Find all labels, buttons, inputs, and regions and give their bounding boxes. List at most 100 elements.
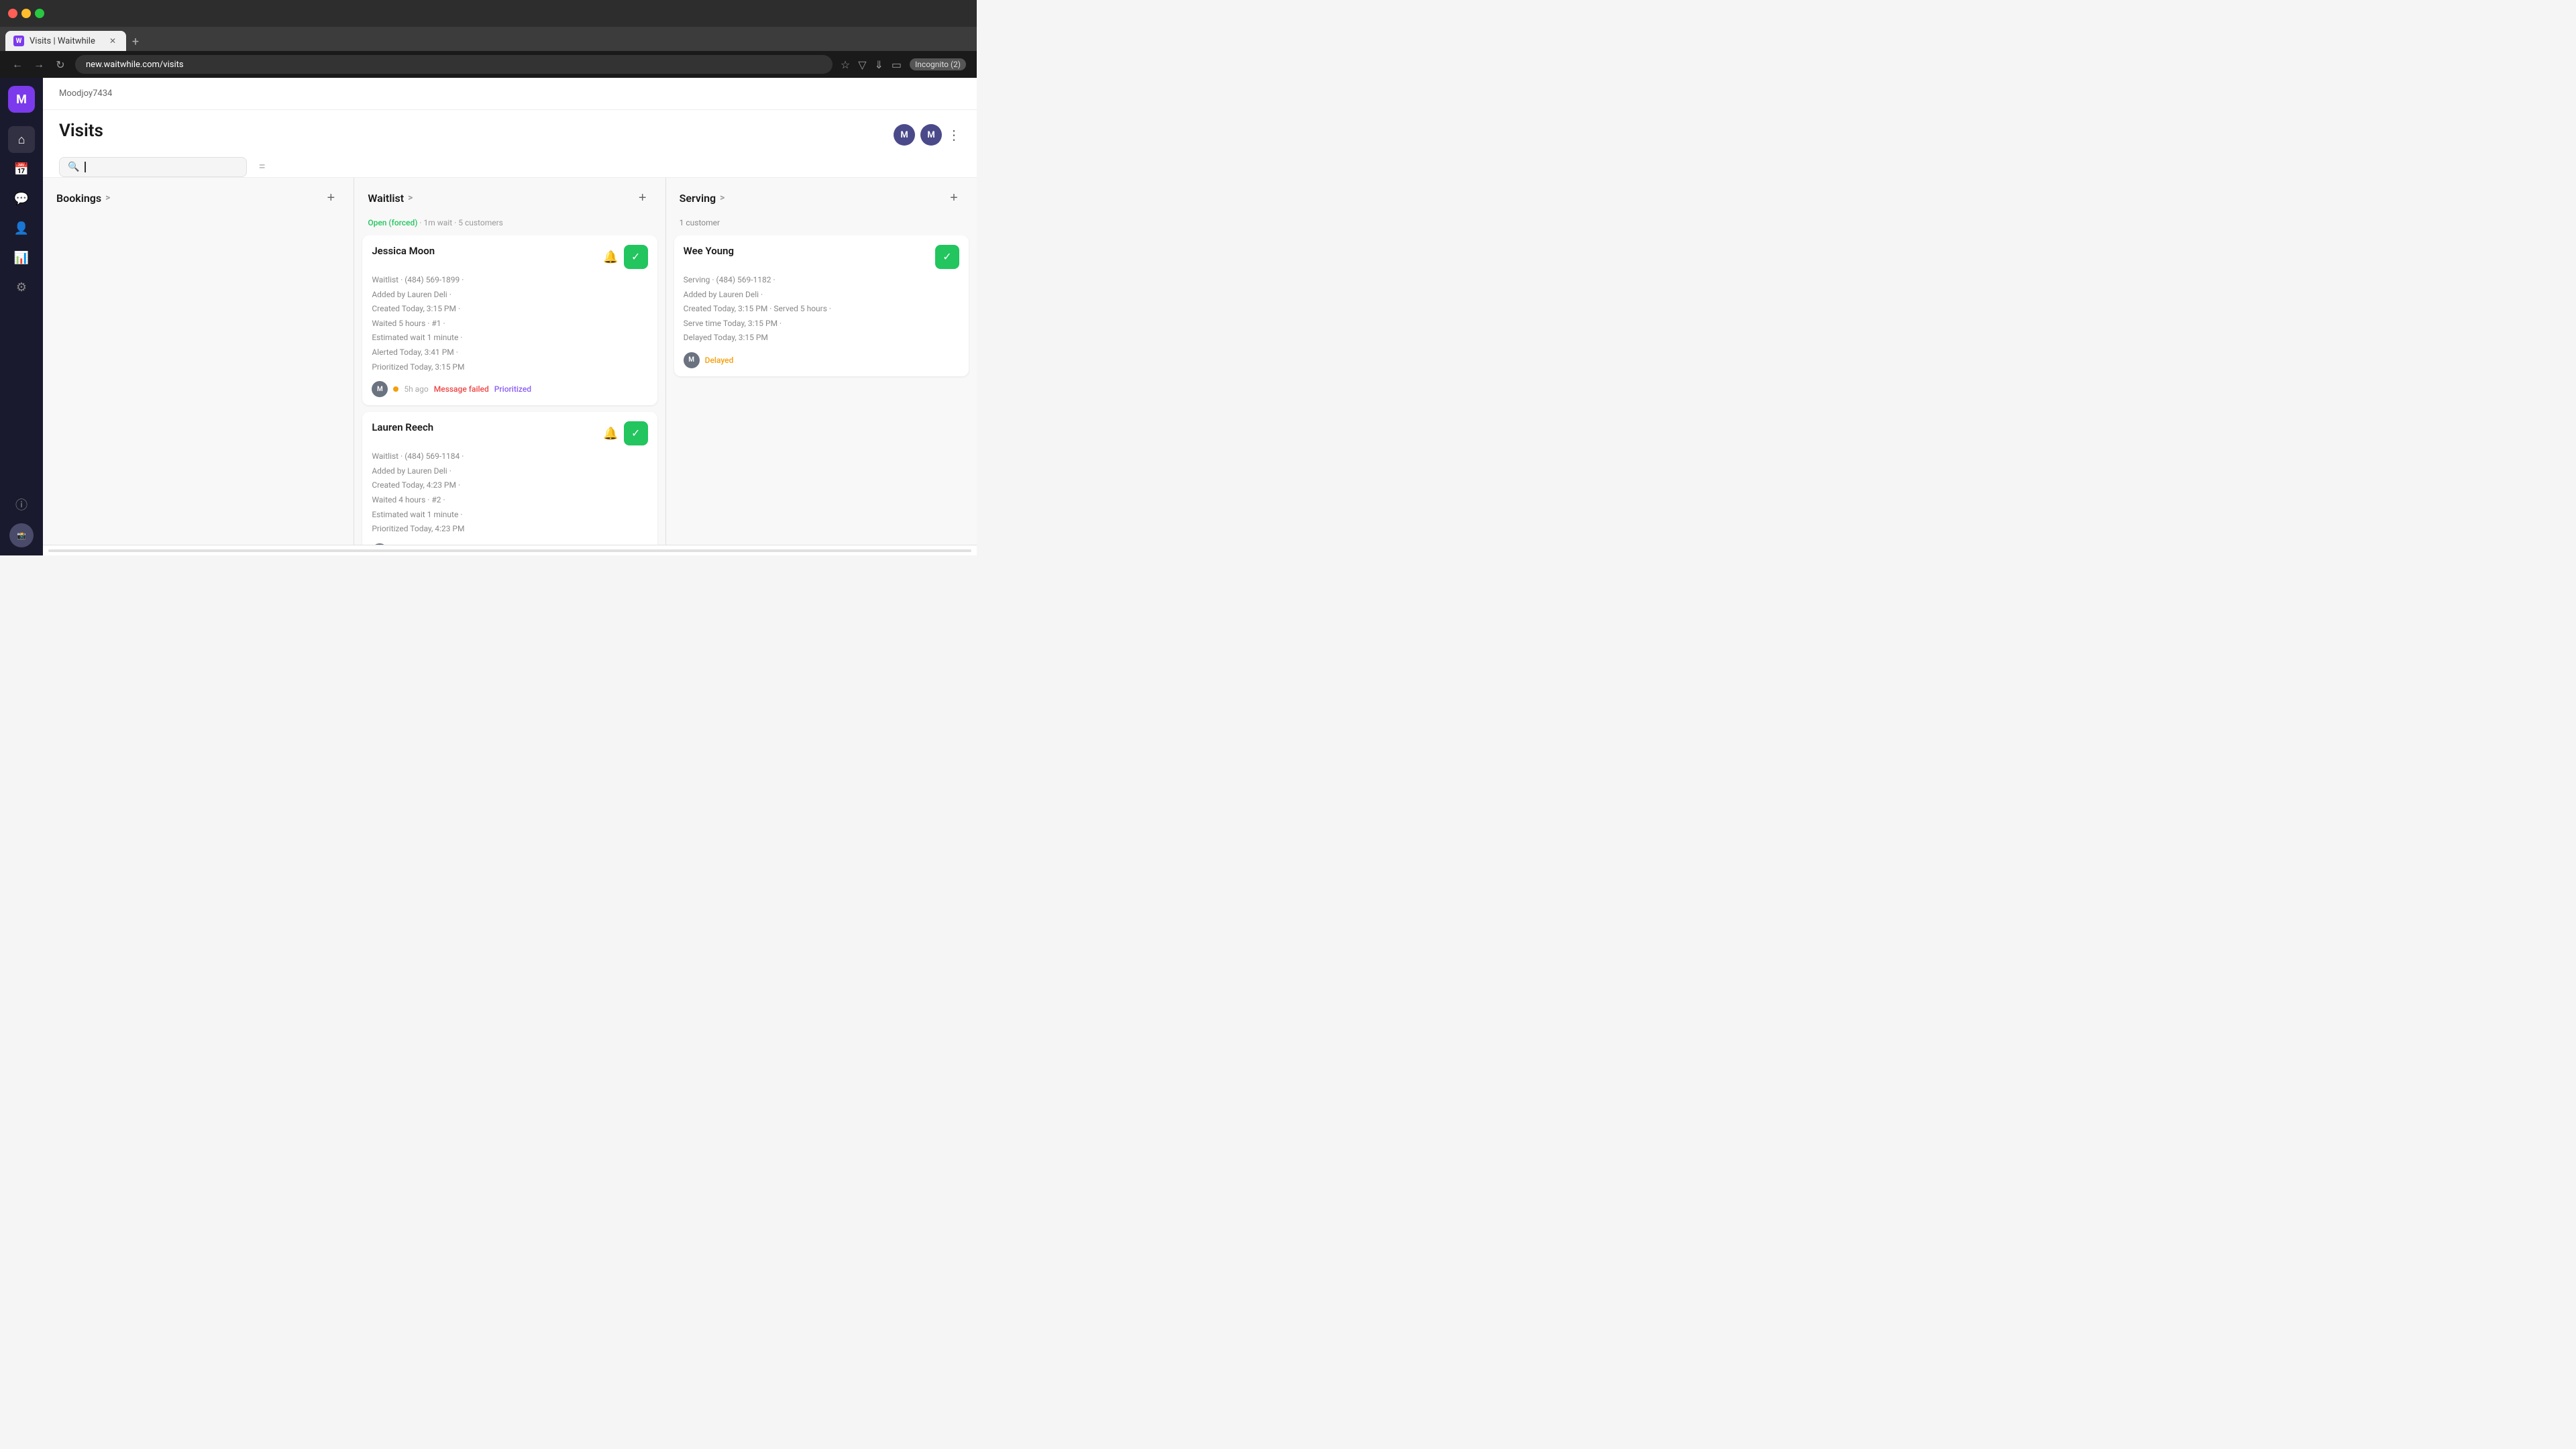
new-tab-button[interactable]: + — [126, 32, 145, 51]
jessica-check-button[interactable]: ✓ — [624, 245, 648, 269]
jessica-card-info: Waitlist · (484) 569-1899 · Added by Lau… — [372, 273, 647, 374]
lauren-card-actions: 🔔 ✓ — [603, 421, 647, 445]
header-more-button[interactable]: ⋮ — [947, 127, 961, 144]
header-right: M M ⋮ — [894, 124, 961, 146]
columns-area: Bookings > + Waitlist > + — [43, 178, 977, 545]
jessica-info-3: Created Today, 3:15 PM · — [372, 302, 647, 317]
url-text: new.waitwhile.com/visits — [86, 60, 184, 70]
horizontal-scrollbar[interactable] — [43, 545, 977, 555]
sidebar-item-customers[interactable]: 👤 — [8, 215, 35, 241]
refresh-button[interactable]: ↻ — [54, 58, 67, 71]
page-title: Visits — [59, 121, 103, 141]
waitlist-title[interactable]: Waitlist > — [368, 192, 413, 205]
waitlist-card-lauren[interactable]: Lauren Reech 🔔 ✓ Waitlist · (484) 569-11… — [362, 412, 657, 545]
serving-add-button[interactable]: + — [945, 189, 963, 207]
bookings-add-button[interactable]: + — [321, 189, 340, 207]
filter-button[interactable]: = — [255, 157, 269, 177]
sidebar-item-home[interactable]: ⌂ — [8, 126, 35, 153]
jessica-info-5: Estimated wait 1 minute · — [372, 331, 647, 345]
lauren-check-button[interactable]: ✓ — [624, 421, 648, 445]
address-bar: ← → ↻ new.waitwhile.com/visits ☆ ▽ ⇓ ▭ I… — [0, 51, 977, 78]
sidebar-item-analytics[interactable]: 📊 — [8, 244, 35, 271]
sidebar-item-messages[interactable]: 💬 — [8, 185, 35, 212]
sidebar: M ⌂ 📅 💬 👤 📊 ⚙ ⓘ 📸 — [0, 78, 43, 555]
close-window-button[interactable] — [8, 9, 17, 18]
sidebar-item-settings[interactable]: ⚙ — [8, 274, 35, 301]
download-icon[interactable]: ⇓ — [875, 58, 883, 71]
jessica-info-2: Added by Lauren Deli · — [372, 288, 647, 303]
waitlist-open-status: Open (forced) — [368, 218, 417, 227]
tab-close-button[interactable]: ✕ — [107, 36, 118, 46]
jessica-footer-avatar: M — [372, 381, 388, 397]
wee-delayed-tag[interactable]: Delayed — [705, 356, 734, 365]
extensions-icon[interactable]: ▽ — [858, 58, 866, 71]
bookings-expand-icon: > — [105, 193, 110, 203]
cursor-indicator — [85, 162, 86, 172]
browser-chrome — [0, 0, 977, 27]
waitlist-add-button[interactable]: + — [633, 189, 652, 207]
lauren-footer-avatar: M — [372, 543, 388, 545]
waitlist-body[interactable]: Jessica Moon 🔔 ✓ Waitlist · (484) 569-18… — [354, 235, 665, 545]
sidebar-item-help[interactable]: ⓘ — [8, 491, 35, 518]
tab-title: Visits | Waitwhile — [30, 36, 95, 46]
maximize-window-button[interactable] — [35, 9, 44, 18]
sidebar-bottom: ⓘ 📸 — [8, 491, 35, 547]
bookings-title[interactable]: Bookings > — [56, 192, 110, 205]
serving-body[interactable]: Wee Young ✓ Serving · (484) 569-1182 · A… — [666, 235, 977, 545]
jessica-info-4: Waited 5 hours · #1 · — [372, 317, 647, 331]
serving-title[interactable]: Serving > — [680, 192, 725, 205]
wee-info-3: Created Today, 3:15 PM · Served 5 hours … — [684, 302, 959, 317]
wee-card-actions: ✓ — [935, 245, 959, 269]
bookings-column: Bookings > + — [43, 178, 354, 545]
wee-card-footer: M Delayed — [684, 352, 959, 368]
jessica-message-failed-tag[interactable]: Message failed — [434, 384, 489, 394]
jessica-bell-button[interactable]: 🔔 — [603, 250, 618, 264]
jessica-card-actions: 🔔 ✓ — [603, 245, 647, 269]
waitlist-column-header: Waitlist > + — [354, 178, 665, 215]
header-avatar-2[interactable]: M — [920, 124, 942, 146]
address-actions: ☆ ▽ ⇓ ▭ Incognito (2) — [841, 58, 966, 71]
sidebar-item-calendar[interactable]: 📅 — [8, 156, 35, 182]
wee-info-4: Serve time Today, 3:15 PM · — [684, 317, 959, 331]
waitlist-status-detail: · 1m wait · 5 customers — [419, 218, 502, 227]
header-avatar-1[interactable]: M — [894, 124, 915, 146]
wee-info-1: Serving · (484) 569-1182 · — [684, 273, 959, 288]
wee-card-name: Wee Young — [684, 245, 734, 257]
header-actions: 🔍 = — [59, 157, 961, 177]
wee-check-button[interactable]: ✓ — [935, 245, 959, 269]
profile-icon[interactable]: ▭ — [892, 58, 902, 71]
card-top-lauren: Lauren Reech 🔔 ✓ — [372, 421, 647, 445]
search-bar[interactable]: 🔍 — [59, 157, 247, 177]
jessica-prioritized-tag[interactable]: Prioritized — [494, 384, 531, 394]
back-button[interactable]: ← — [11, 58, 24, 71]
bookmark-icon[interactable]: ☆ — [841, 58, 850, 71]
serving-column-header: Serving > + — [666, 178, 977, 215]
bookings-empty — [51, 215, 345, 269]
scroll-track — [48, 549, 971, 552]
lauren-info-1: Waitlist · (484) 569-1184 · — [372, 449, 647, 464]
bookings-body — [43, 215, 354, 545]
jessica-time-ago: 5h ago — [404, 384, 428, 394]
org-name: Moodjoy7434 — [59, 89, 112, 99]
lauren-bell-button[interactable]: 🔔 — [603, 427, 618, 441]
serving-customer-count: 1 customer — [680, 218, 720, 227]
active-tab[interactable]: W Visits | Waitwhile ✕ — [5, 31, 126, 51]
waitlist-card-jessica[interactable]: Jessica Moon 🔔 ✓ Waitlist · (484) 569-18… — [362, 235, 657, 405]
forward-button[interactable]: → — [32, 58, 46, 71]
sidebar-user-avatar[interactable]: 📸 — [9, 523, 34, 547]
jessica-info-1: Waitlist · (484) 569-1899 · — [372, 273, 647, 288]
main-content: Moodjoy7434 Visits M M ⋮ 🔍 = — [43, 78, 977, 555]
tab-bar: W Visits | Waitwhile ✕ + — [0, 27, 977, 51]
waitlist-status: Open (forced) · 1m wait · 5 customers — [354, 215, 665, 235]
tab-favicon: W — [13, 36, 24, 46]
url-bar[interactable]: new.waitwhile.com/visits — [75, 55, 833, 74]
sidebar-logo[interactable]: M — [8, 86, 35, 113]
incognito-badge[interactable]: Incognito (2) — [910, 58, 966, 70]
card-top-jessica: Jessica Moon 🔔 ✓ — [372, 245, 647, 269]
lauren-info-4: Waited 4 hours · #2 · — [372, 493, 647, 508]
card-top-wee: Wee Young ✓ — [684, 245, 959, 269]
jessica-dot-indicator — [393, 386, 398, 392]
serving-card-wee[interactable]: Wee Young ✓ Serving · (484) 569-1182 · A… — [674, 235, 969, 376]
minimize-window-button[interactable] — [21, 9, 31, 18]
lauren-info-2: Added by Lauren Deli · — [372, 464, 647, 479]
